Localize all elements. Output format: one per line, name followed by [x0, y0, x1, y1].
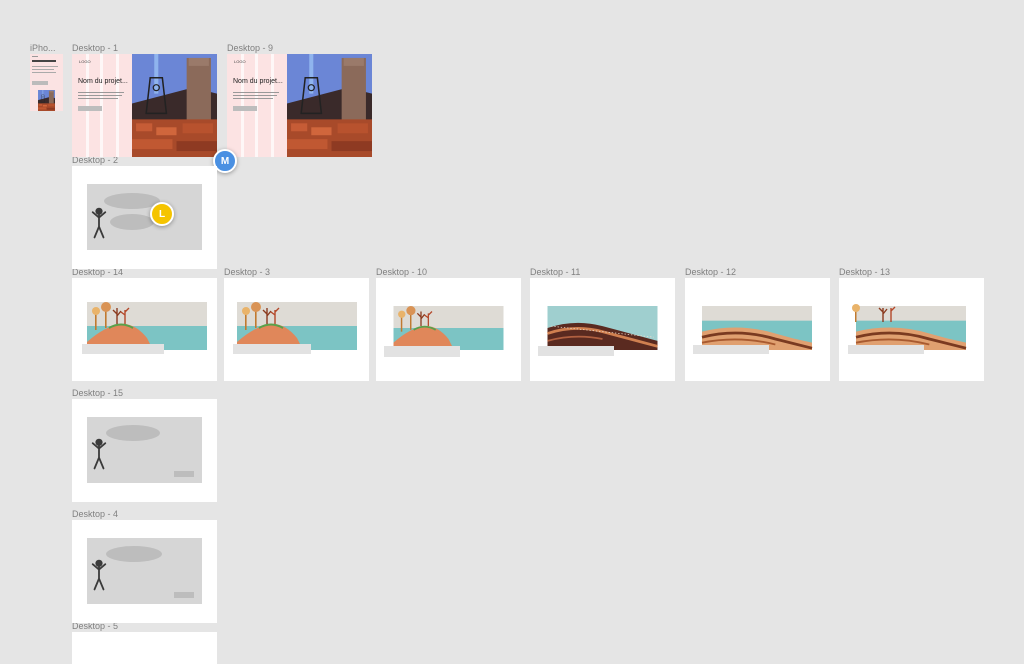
frame-label-iphone[interactable]: iPho...: [30, 43, 56, 53]
frame-label-desktop-4[interactable]: Desktop - 4: [72, 509, 118, 519]
frame-desktop-12[interactable]: [685, 278, 830, 381]
collaborator-avatar-l[interactable]: L: [150, 202, 174, 226]
hero-title: Nom du projet...: [233, 78, 283, 85]
frame-desktop-10[interactable]: [376, 278, 521, 381]
frame-desktop-4[interactable]: [72, 520, 217, 623]
hero-button[interactable]: [78, 106, 102, 111]
frame-label-desktop-9[interactable]: Desktop - 9: [227, 43, 273, 53]
hero-logo: LOGO: [234, 59, 246, 64]
hero-logo: LOGO: [79, 59, 91, 64]
frame-label-desktop-12[interactable]: Desktop - 12: [685, 267, 736, 277]
frame-desktop-15[interactable]: [72, 399, 217, 502]
hero-city-image: [132, 54, 217, 157]
hero-city-image: [287, 54, 372, 157]
frame-desktop-11[interactable]: [530, 278, 675, 381]
frame-desktop-9[interactable]: LOGO Nom du projet...: [227, 54, 372, 157]
frame-desktop-13[interactable]: [839, 278, 984, 381]
frame-label-desktop-13[interactable]: Desktop - 13: [839, 267, 890, 277]
frame-label-desktop-3[interactable]: Desktop - 3: [224, 267, 270, 277]
stick-figure: [90, 437, 108, 471]
hero-title: Nom du projet...: [78, 78, 128, 85]
frame-desktop-5[interactable]: [72, 632, 217, 664]
frame-desktop-1[interactable]: LOGO Nom du projet...: [72, 54, 217, 157]
hero-button[interactable]: [233, 106, 257, 111]
frame-label-desktop-10[interactable]: Desktop - 10: [376, 267, 427, 277]
frame-label-desktop-1[interactable]: Desktop - 1: [72, 43, 118, 53]
next-button[interactable]: [174, 471, 194, 477]
frame-desktop-14[interactable]: [72, 278, 217, 381]
frame-iphone[interactable]: [30, 54, 63, 111]
next-button[interactable]: [174, 592, 194, 598]
stick-figure: [90, 206, 108, 240]
frame-label-desktop-11[interactable]: Desktop - 11: [530, 267, 580, 277]
stick-figure: [90, 558, 108, 592]
frame-desktop-3[interactable]: [224, 278, 369, 381]
frame-label-desktop-15[interactable]: Desktop - 15: [72, 388, 123, 398]
frame-desktop-2[interactable]: [72, 166, 217, 269]
